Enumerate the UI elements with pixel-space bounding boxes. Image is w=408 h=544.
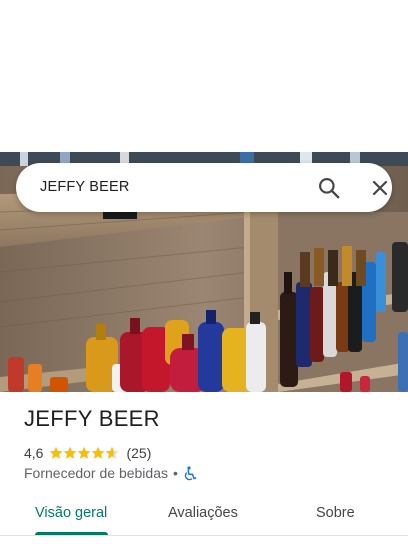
tab-overview[interactable]: Visão geral: [35, 505, 107, 521]
tab-reviews[interactable]: Avaliações: [168, 505, 238, 521]
star-icon: [78, 446, 91, 459]
map-blank-area: [0, 0, 408, 152]
close-icon[interactable]: [368, 176, 392, 200]
tab-bar: Visão geral Avaliações Sobre: [0, 496, 408, 536]
star-icon: [92, 446, 105, 459]
rating-value: 4,6: [24, 445, 44, 461]
rating-row[interactable]: 4,6 (25): [24, 444, 151, 462]
search-input[interactable]: JEFFY BEER: [40, 163, 130, 212]
search-icon[interactable]: [316, 175, 342, 201]
review-count[interactable]: (25): [126, 445, 151, 461]
separator-dot: •: [173, 465, 178, 481]
place-name: JEFFY BEER: [24, 406, 160, 431]
rating-stars: [49, 446, 121, 460]
star-icon: [50, 446, 63, 459]
tab-about[interactable]: Sobre: [316, 505, 355, 521]
search-bar[interactable]: JEFFY BEER: [16, 163, 392, 212]
star-icon: [64, 446, 77, 459]
category-row: Fornecedor de bebidas •: [24, 465, 197, 481]
star-half-icon: [106, 446, 119, 459]
place-category: Fornecedor de bebidas: [24, 465, 168, 481]
tab-divider: [0, 535, 408, 536]
wheelchair-icon: [183, 465, 197, 481]
